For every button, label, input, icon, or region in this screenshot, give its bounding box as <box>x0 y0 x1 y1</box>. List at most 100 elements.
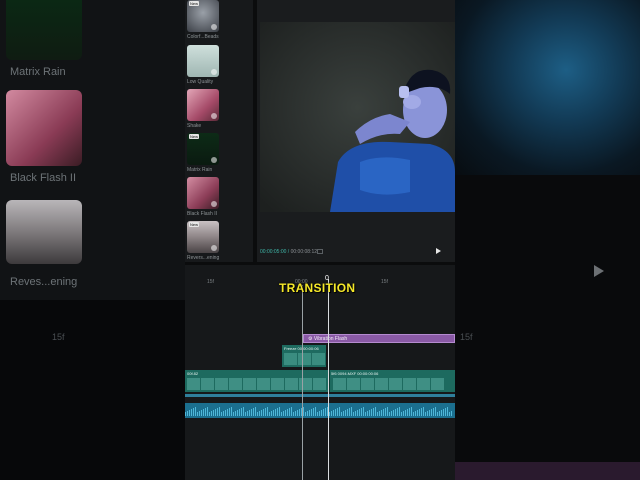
clip-frame <box>215 378 228 390</box>
clip-frame <box>389 378 402 390</box>
effects-sidebar: New Colorf...Beads Low Quality Shake New… <box>185 0 253 262</box>
waveform-bar <box>297 410 298 416</box>
waveform-bar <box>381 410 382 416</box>
clip-frame <box>257 378 270 390</box>
clip-frame <box>243 378 256 390</box>
waveform-bar <box>219 407 220 416</box>
total-time: 00:00:08:12 <box>290 249 318 255</box>
effect-item-black-flash[interactable]: Black Flash II <box>187 177 221 217</box>
background-right-strip <box>455 462 640 480</box>
effect-label: Colorf...Beads <box>187 34 219 40</box>
waveform-bar <box>311 409 312 416</box>
video-preview[interactable] <box>260 22 455 212</box>
clip-frame <box>285 378 298 390</box>
waveform-bar <box>421 408 422 416</box>
waveform-bar <box>375 407 376 416</box>
timecode: 00:00:05:00 / 00:00:08:12 <box>260 249 318 255</box>
playhead[interactable] <box>328 279 329 480</box>
waveform-bar <box>259 411 260 416</box>
waveform-bar <box>395 409 396 416</box>
freeze-clip[interactable]: Freeze 00:00:00:06 <box>282 345 326 367</box>
clip-frame <box>313 378 326 390</box>
download-icon[interactable] <box>211 157 217 163</box>
waveform-bar <box>291 407 292 416</box>
waveform-bar <box>227 409 228 416</box>
waveform-bar <box>439 411 440 416</box>
waveform-bar <box>337 408 338 416</box>
new-badge: New <box>189 134 200 139</box>
download-icon[interactable] <box>211 24 217 30</box>
effect-label: Low Quality <box>187 79 214 85</box>
waveform-bar <box>413 412 414 416</box>
waveform-bar <box>229 408 230 416</box>
waveform-bar <box>367 411 368 416</box>
waveform-bar <box>447 407 448 416</box>
download-icon[interactable] <box>211 113 217 119</box>
clip-frame <box>312 353 325 365</box>
video-editor: New Colorf...Beads Low Quality Shake New… <box>185 0 455 480</box>
waveform-bar <box>349 408 350 416</box>
waveform-bar <box>241 408 242 416</box>
new-badge: New <box>189 1 200 6</box>
fullscreen-icon[interactable] <box>317 249 323 254</box>
waveform-bar <box>319 411 320 416</box>
waveform-bar <box>405 410 406 416</box>
waveform-bar <box>201 410 202 416</box>
waveform-bar <box>445 408 446 416</box>
transition-caption: TRANSITION <box>279 281 356 295</box>
main-video-track[interactable]: 00f.82 5f6 0094.MXF 00:00:00:06 <box>185 370 455 392</box>
waveform-bar <box>223 411 224 416</box>
marker-line <box>302 285 303 480</box>
waveform-bar <box>343 411 344 416</box>
clip-frame <box>375 378 388 390</box>
clip-frame <box>361 378 374 390</box>
waveform-bar <box>261 410 262 416</box>
effect-item-matrix-rain[interactable]: New Matrix Rain <box>187 133 221 173</box>
effect-item-low-quality[interactable]: Low Quality <box>187 45 221 85</box>
waveform-bar <box>203 409 204 416</box>
clip-a-label: 00f.82 <box>187 371 199 376</box>
effect-item-reversing[interactable]: New Revers...ening <box>187 221 221 261</box>
play-icon[interactable] <box>436 248 441 254</box>
waveform-bar <box>211 411 212 416</box>
effect-item-colorful-beads[interactable]: New Colorf...Beads <box>187 0 221 40</box>
waveform-bar <box>309 410 310 416</box>
waveform-bar <box>401 412 402 416</box>
bg-thumb-matrix <box>6 0 82 60</box>
waveform-bar <box>425 412 426 416</box>
new-badge: New <box>189 222 200 227</box>
video-preview-image <box>260 22 455 212</box>
waveform-bar <box>247 411 248 416</box>
waveform-bar <box>361 408 362 416</box>
waveform-bar <box>429 410 430 416</box>
effect-item-shake[interactable]: Shake <box>187 89 221 129</box>
clip-separator <box>329 370 330 392</box>
clip-frame <box>333 378 346 390</box>
background-left-top: Matrix Rain Black Flash II Reves...ening <box>0 0 185 300</box>
bg-label-reversing: Reves...ening <box>10 276 78 288</box>
waveform-bar <box>377 412 378 416</box>
download-icon[interactable] <box>211 245 217 251</box>
waveform-bar <box>419 409 420 416</box>
download-icon[interactable] <box>211 69 217 75</box>
waveform-bar <box>315 407 316 416</box>
effect-thumb <box>187 177 219 209</box>
bg-right-ruler-label: 15f <box>460 332 473 342</box>
effect-label: Shake <box>187 123 202 129</box>
waveform-bar <box>191 409 192 416</box>
waveform-bar <box>251 409 252 416</box>
waveform-bar <box>347 409 348 416</box>
audio-track[interactable] <box>185 403 455 418</box>
waveform-bar <box>245 412 246 416</box>
effect-clip-vibration-flash[interactable]: ⚙ Vibration Flash <box>303 334 455 343</box>
waveform-bar <box>411 407 412 416</box>
waveform-bar <box>393 410 394 416</box>
waveform-bar <box>359 409 360 416</box>
waveform-bar <box>305 412 306 416</box>
waveform-bar <box>333 410 334 416</box>
waveform-bar <box>193 408 194 416</box>
download-icon[interactable] <box>211 201 217 207</box>
waveform-bar <box>255 407 256 416</box>
timeline[interactable]: 15f 00:00 15f 0 ⚙ Vibration Flash Freeze… <box>185 265 455 480</box>
waveform-bar <box>195 407 196 416</box>
